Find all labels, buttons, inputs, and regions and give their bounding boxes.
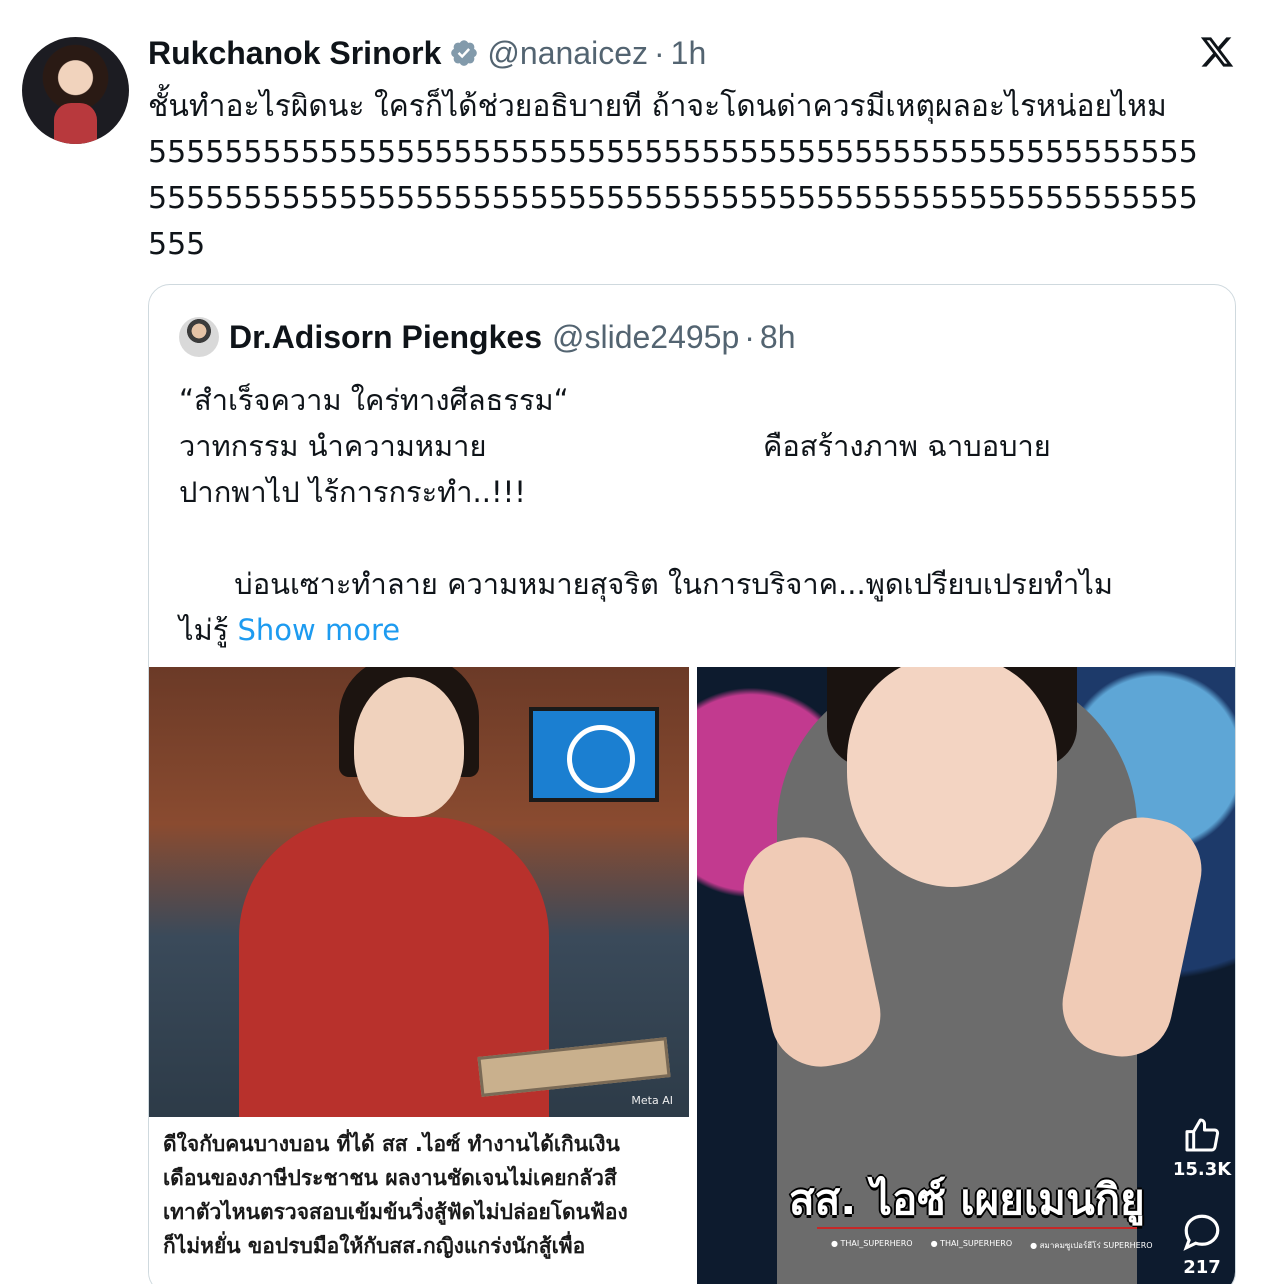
like-count: 15.3K — [1172, 1159, 1232, 1180]
tweet-text-line: 5555555555555555555555555555555555555555… — [148, 135, 1198, 170]
thumbs-up-icon — [1185, 1118, 1220, 1152]
tweet-header: Rukchanok Srinork @nanaicez · 1h — [148, 30, 706, 76]
meta-ai-watermark: Meta AI — [631, 1094, 673, 1107]
quoted-text-last-line: ไม่รู้ Show more — [179, 607, 1219, 653]
caption-line: ก็ไม่หยั่น ขอปรบมือให้กับสส.กญิงแกร่งนัก… — [163, 1234, 586, 1258]
quoted-author-handle[interactable]: @slide2495p — [552, 319, 739, 356]
tweet-text-line: 555 — [148, 227, 206, 262]
separator-dot: · — [653, 34, 665, 71]
youtube-handle: สมาคมซูเปอร์ฮีโร่ SUPERHERO — [1030, 1239, 1153, 1252]
tweet-text: ชั้นทำอะไรผิดนะ ใครก็ได้ช่วยอธิบายที ถ้า… — [148, 84, 1244, 268]
media-image-left[interactable]: Meta AI ดีใจกับคนบางบอน ที่ได้ สส .ไอซ์ … — [149, 667, 689, 1284]
author-handle[interactable]: @nanaicez — [487, 35, 648, 72]
image-caption: ดีใจกับคนบางบอน ที่ได้ สส .ไอซ์ ทำงานได้… — [163, 1127, 683, 1263]
instagram-handle: THAI_SUPERHERO — [931, 1239, 1012, 1252]
quoted-text-line: ปากพาไป ไร้การกระทำ..!!! — [179, 475, 526, 509]
title-divider — [817, 1227, 1137, 1229]
background-screen — [529, 707, 659, 802]
face-shape — [847, 667, 1057, 887]
quoted-tweet-card[interactable]: Dr.Adisorn Piengkes @slide2495p · 8h “สำ… — [148, 284, 1236, 1284]
quoted-tweet-timestamp[interactable]: 8h — [760, 319, 796, 356]
twitter-handle: THAI_SUPERHERO — [831, 1239, 913, 1252]
quoted-text-line: บ่อนเซาะทำลาย ความหมายสุจริต ในการบริจาค… — [179, 567, 1113, 601]
video-title-overlay: สส. ไอซ์ เผยเมนกิยู — [789, 1175, 1145, 1224]
quoted-text-line: “สำเร็จความ ใคร่ทางศีลธรรม“ — [179, 383, 569, 417]
tweet-timestamp[interactable]: 1h — [671, 35, 707, 72]
face-shape — [354, 677, 464, 817]
separator-dot: · — [744, 318, 755, 355]
social-handles: THAI_SUPERHERO THAI_SUPERHERO สมาคมซูเปอ… — [831, 1239, 1153, 1252]
quoted-tweet-text: “สำเร็จความ ใคร่ทางศีลธรรม“ วาทกรรม นำคว… — [179, 377, 1219, 653]
photo-left: Meta AI — [149, 667, 689, 1117]
verified-badge-icon — [451, 40, 478, 66]
tweet-text-line: ชั้นทำอะไรผิดนะ ใครก็ได้ช่วยอธิบายที ถ้า… — [148, 89, 1167, 124]
quoted-author-avatar[interactable] — [179, 317, 219, 357]
quoted-tweet-header: Dr.Adisorn Piengkes @slide2495p · 8h — [179, 315, 796, 359]
quoted-text-line: วาทกรรม นำความหมาย คือสร้างภาพ ฉาบอบาย — [179, 429, 1051, 463]
comment-count: 217 — [1183, 1257, 1221, 1278]
show-more-link[interactable]: Show more — [238, 613, 401, 647]
media-image-right[interactable]: สส. ไอซ์ เผยเมนกิยู THAI_SUPERHERO THAI_… — [697, 667, 1235, 1284]
caption-line: ดีใจกับคนบางบอน ที่ได้ สส .ไอซ์ ทำงานได้… — [163, 1132, 620, 1156]
quoted-author-name[interactable]: Dr.Adisorn Piengkes — [229, 319, 542, 356]
author-avatar[interactable] — [22, 37, 129, 144]
author-name[interactable]: Rukchanok Srinork — [148, 35, 441, 72]
x-logo-icon[interactable] — [1197, 34, 1237, 70]
caption-line: เทาตัวไหนตรวจสอบเข้มข้นวิ่งสู้ฟัดไม่ปล่อ… — [163, 1200, 628, 1224]
caption-line: เดือนของภาษีประชาชน ผลงานชัดเจนไม่เคยกลั… — [163, 1166, 617, 1190]
comment-bubble-icon — [1183, 1214, 1220, 1251]
quoted-text-line — [179, 515, 1219, 561]
quoted-text-tail: ไม่รู้ — [179, 613, 229, 647]
tweet-text-line: 5555555555555555555555555555555555555555… — [148, 181, 1198, 216]
